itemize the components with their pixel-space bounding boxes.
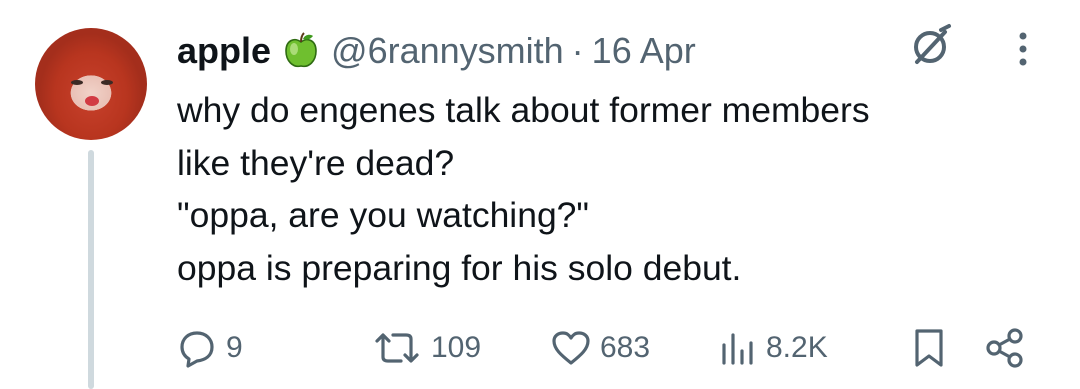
reply-icon — [180, 331, 214, 368]
tweet-line: like they're dead? — [177, 142, 455, 183]
avatar-eye — [101, 80, 113, 85]
tweet-line: oppa is preparing for his solo debut. — [177, 247, 742, 288]
tweet-header: apple @6rannysmith · 16 Apr — [177, 27, 696, 75]
bookmark-button[interactable] — [909, 320, 949, 376]
views-count: 8.2K — [766, 331, 828, 364]
tweet-line: why do engenes talk about former members — [177, 90, 870, 130]
retweet-button[interactable]: 109 — [369, 320, 481, 376]
action-bar: 9 109 683 8.2K — [0, 320, 1080, 376]
share-button[interactable] — [982, 320, 1028, 376]
avatar-eye — [71, 80, 83, 85]
grok-icon[interactable] — [905, 22, 955, 72]
display-name[interactable]: apple — [177, 30, 271, 72]
views-chart-icon — [722, 333, 753, 365]
green-apple-icon — [285, 32, 317, 68]
retweet-count: 109 — [431, 331, 482, 364]
like-count: 683 — [600, 331, 651, 364]
tweet-line: "oppa, are you watching?" — [177, 195, 590, 235]
avatar-lips — [85, 96, 99, 106]
user-handle[interactable]: @6rannysmith — [331, 30, 564, 72]
retweet-icon — [375, 333, 419, 363]
tweet-text: why do engenes talk about former members… — [177, 84, 870, 294]
bookmark-icon — [915, 329, 943, 367]
like-button[interactable]: 683 — [548, 320, 650, 376]
heart-icon — [552, 331, 590, 365]
views-button[interactable]: 8.2K — [716, 320, 828, 376]
avatar[interactable] — [35, 28, 147, 140]
more-vertical-icon[interactable] — [1012, 30, 1034, 70]
separator-dot: · — [571, 30, 584, 71]
reply-count: 9 — [226, 331, 243, 364]
tweet-date[interactable]: 16 Apr — [592, 30, 696, 72]
reply-button[interactable]: 9 — [174, 320, 243, 376]
share-icon — [986, 328, 1023, 368]
